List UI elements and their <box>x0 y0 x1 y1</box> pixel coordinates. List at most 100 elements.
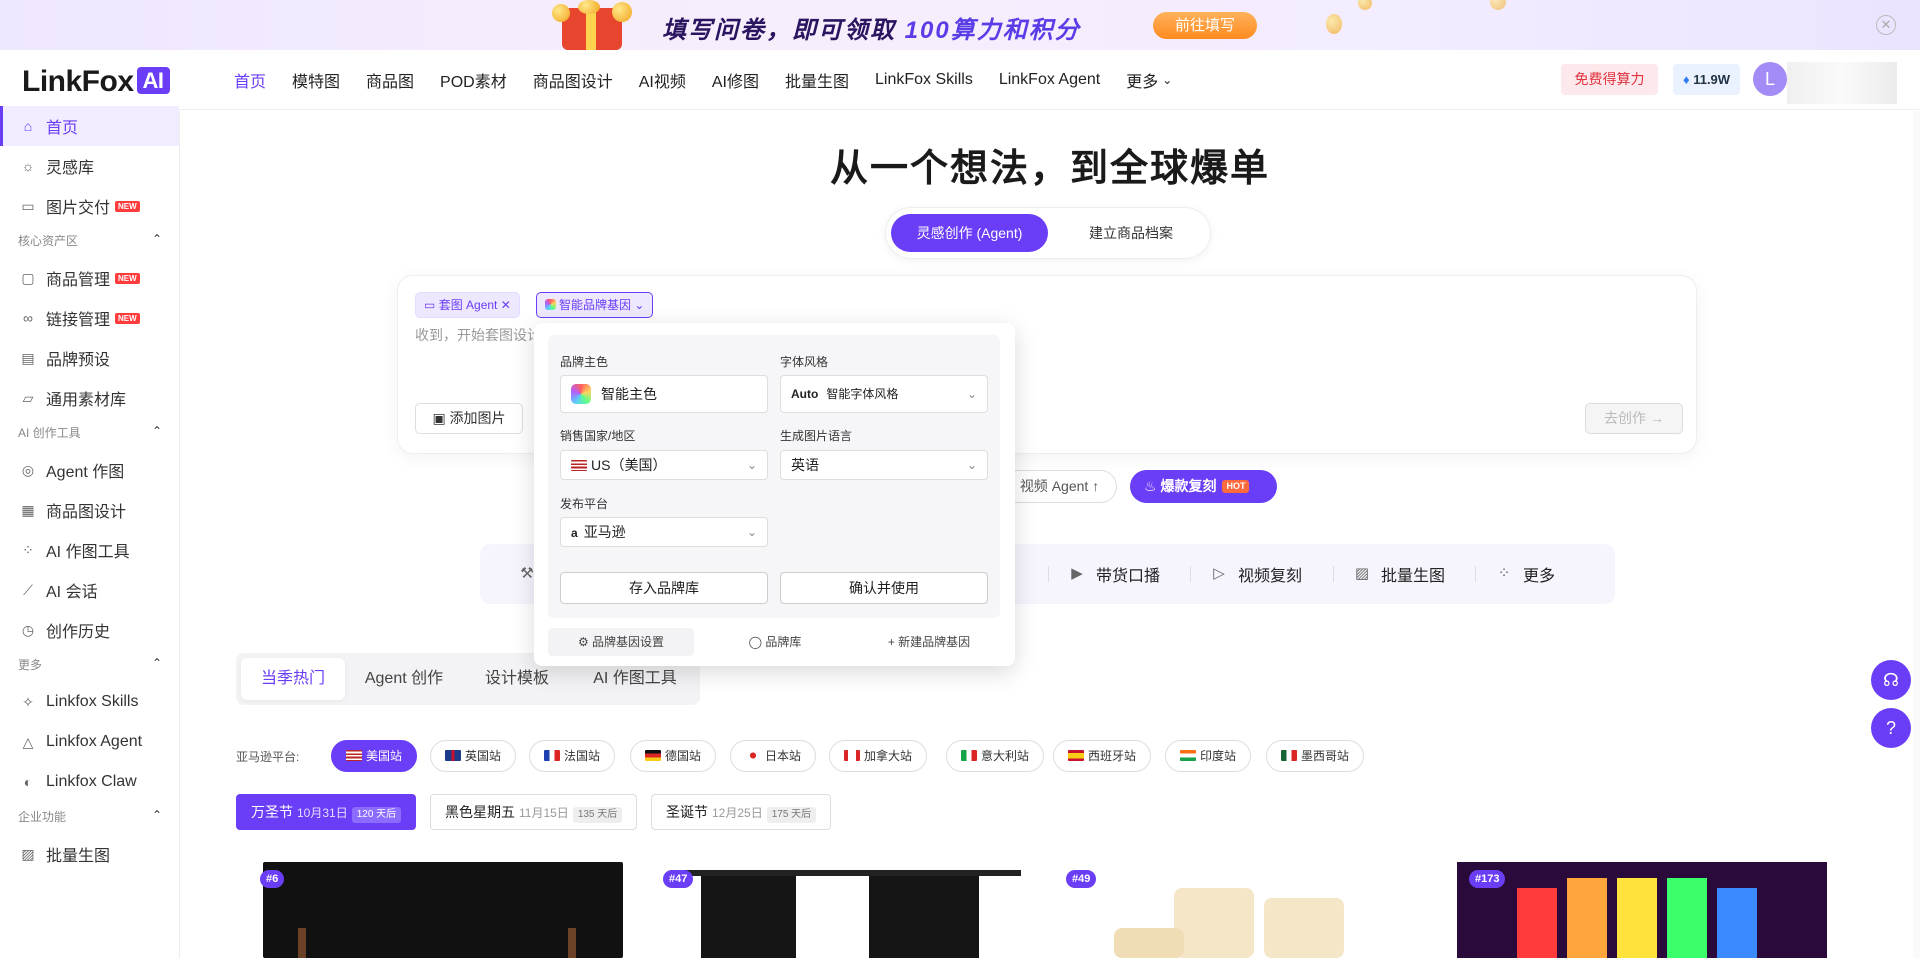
promo-banner[interactable]: 填写问卷，即可领取 100算力和积分 前往填写 ✕ <box>0 0 1920 50</box>
agent-chip[interactable]: ▭ 套图 Agent ✕ <box>415 292 520 318</box>
sidebar-item[interactable]: ◷ 创作历史 <box>0 610 179 650</box>
sidebar-item[interactable]: ▦ 商品图设计 <box>0 490 179 530</box>
nav-item[interactable]: 批量生图 <box>785 68 849 92</box>
sidebar-item[interactable]: ⌂ 首页 <box>0 106 179 146</box>
nav-item[interactable]: 首页 <box>234 68 266 92</box>
user-icon: ◯ <box>748 635 763 649</box>
product-card[interactable]: #173 <box>1457 848 1847 958</box>
site-chip[interactable]: 意大利站 <box>946 740 1045 772</box>
product-card[interactable]: #47 <box>651 848 1041 958</box>
avatar[interactable]: L <box>1753 62 1787 96</box>
nav-item[interactable]: POD素材 <box>440 68 507 92</box>
product-card[interactable]: #49 <box>1054 848 1444 958</box>
chevron-down-icon: ⌄ <box>966 458 977 472</box>
prompt-input[interactable]: 收到，开始套图设计 <box>415 325 541 345</box>
free-credit-button[interactable]: 免费得算力 <box>1561 64 1658 95</box>
mode-agent-button[interactable]: 灵感创作 (Agent) <box>891 214 1048 252</box>
create-button[interactable]: 去创作 → <box>1585 403 1683 434</box>
product-card[interactable]: #6 <box>248 848 638 958</box>
site-chip[interactable]: 西班牙站 <box>1053 740 1152 772</box>
close-icon[interactable]: ✕ <box>501 298 511 312</box>
video-agent-button[interactable]: 视频 Agent ↑ <box>1002 470 1117 503</box>
country-select[interactable]: US（美国） ⌄ <box>560 450 768 480</box>
sidebar-item[interactable]: ◐ Linkfox Claw <box>0 762 179 802</box>
sidebar-item[interactable]: ▢ 商品管理 NEW <box>0 258 179 298</box>
chevron-up-icon[interactable]: ⌃ <box>152 808 162 825</box>
sidebar-item[interactable]: ▨ 批量生图 <box>0 834 179 874</box>
site-chip[interactable]: 加拿大站 <box>829 740 928 772</box>
platform-select[interactable]: a 亚马逊 ⌄ <box>560 517 768 547</box>
sidebar-section-header[interactable]: 企业功能 ⌃ <box>18 808 162 825</box>
logo[interactable]: LinkFox AI <box>22 65 170 99</box>
sidebar-item[interactable]: ⟋ AI 会话 <box>0 570 179 610</box>
nav-item[interactable]: LinkFox Skills <box>875 71 973 89</box>
tool-video-host[interactable]: ▶ 带货口播 <box>1068 544 1160 604</box>
site-chip[interactable]: 法国站 <box>529 740 616 772</box>
viral-copy-button[interactable]: ♨ 爆款复刻 HOT <box>1130 470 1277 503</box>
mode-product-profile-button[interactable]: 建立商品档案 <box>1066 214 1196 252</box>
flag-icon <box>961 750 977 761</box>
save-brand-button[interactable]: 存入品牌库 <box>560 572 768 604</box>
coin-icon <box>1326 14 1342 34</box>
brand-gene-chip[interactable]: 智能品牌基因 ⌄ <box>536 292 654 318</box>
brand-color-field[interactable]: 智能主色 <box>560 375 768 413</box>
holiday-chip[interactable]: 万圣节 10月31日 120 天后 <box>236 794 417 830</box>
sidebar-item[interactable]: ▭ 图片交付 NEW <box>0 186 179 226</box>
sidebar-item[interactable]: ◎ Agent 作图 <box>0 450 179 490</box>
language-select[interactable]: 英语 ⌄ <box>780 450 988 480</box>
rank-badge: #47 <box>663 870 694 888</box>
tab-item[interactable]: Agent 创作 <box>349 658 459 700</box>
nav-item[interactable]: 商品图设计 <box>533 68 613 92</box>
flame-icon: ♦ <box>1682 72 1690 87</box>
nav-item[interactable]: AI修图 <box>712 68 759 92</box>
nav-item[interactable]: LinkFox Agent <box>999 71 1100 89</box>
sidebar-item[interactable]: ☼ 灵感库 <box>0 146 179 186</box>
nav-item[interactable]: AI视频 <box>639 68 686 92</box>
chevron-up-icon[interactable]: ⌃ <box>152 232 162 249</box>
close-icon[interactable]: ✕ <box>1876 15 1896 35</box>
chevron-up-icon[interactable]: ⌃ <box>152 656 162 673</box>
site-chip[interactable]: 印度站 <box>1165 740 1252 772</box>
banner-cta-button[interactable]: 前往填写 <box>1153 12 1257 39</box>
tool-divider <box>1475 566 1476 582</box>
brand-gene-settings-tab[interactable]: ⚙ 品牌基因设置 <box>548 628 694 656</box>
nav-item[interactable]: 模特图 <box>292 68 340 92</box>
sidebar-section-header[interactable]: 核心资产区 ⌃ <box>18 232 162 249</box>
sidebar-section-header[interactable]: 更多 ⌃ <box>18 656 162 673</box>
tool-batch-image[interactable]: ▨ 批量生图 <box>1353 544 1445 604</box>
chevron-up-icon[interactable]: ⌃ <box>152 424 162 441</box>
site-chip[interactable]: 美国站 <box>331 740 418 772</box>
add-image-button[interactable]: ▣ 添加图片 <box>415 403 523 434</box>
main-nav: 首页 模特图 商品图 POD素材 商品图设计 AI视频 AI修图 批量生图 LinkFox Sk… <box>234 50 1172 110</box>
sidebar-item[interactable]: ∞ 链接管理 NEW <box>0 298 179 338</box>
sidebar-item[interactable]: ⁘ AI 作图工具 <box>0 530 179 570</box>
scrollbar[interactable] <box>1913 111 1920 958</box>
product-image-shape <box>1717 888 1757 958</box>
confirm-use-button[interactable]: 确认并使用 <box>780 572 988 604</box>
sidebar-item[interactable]: ▱ 通用素材库 <box>0 378 179 418</box>
tab-item[interactable]: 当季热门 <box>241 658 345 700</box>
sidebar-item[interactable]: △ Linkfox Agent <box>0 722 179 762</box>
headset-icon[interactable]: ☊ <box>1871 660 1911 700</box>
new-brand-gene-tab[interactable]: + 新建品牌基因 <box>856 628 1002 656</box>
help-icon[interactable]: ? <box>1871 708 1911 748</box>
sidebar-item[interactable]: ▤ 品牌预设 <box>0 338 179 378</box>
credit-balance[interactable]: ♦ 11.9W <box>1673 64 1740 95</box>
nav-item[interactable]: 更多 <box>1126 68 1158 92</box>
brand-library-tab[interactable]: ◯ 品牌库 <box>702 628 848 656</box>
sidebar-item-label: Linkfox Agent <box>46 733 143 750</box>
holiday-chip[interactable]: 黑色星期五 11月15日 135 天后 <box>430 794 638 830</box>
tool-grid-more[interactable]: ⁘ 更多 <box>1495 544 1555 604</box>
tool-video-copy[interactable]: ▷ 视频复刻 <box>1210 544 1302 604</box>
site-chip[interactable]: 德国站 <box>630 740 717 772</box>
box-icon: ▢ <box>21 270 35 286</box>
font-style-select[interactable]: Auto 智能字体风格 ⌄ <box>780 375 988 413</box>
sidebar-section-header[interactable]: AI 创作工具 ⌃ <box>18 424 162 441</box>
nav-item[interactable]: 商品图 <box>366 68 414 92</box>
site-chip[interactable]: 墨西哥站 <box>1266 740 1365 772</box>
site-chip[interactable]: 日本站 <box>730 740 817 772</box>
holiday-chip[interactable]: 圣诞节 12月25日 175 天后 <box>651 794 832 830</box>
site-label: 英国站 <box>465 749 502 763</box>
sidebar-item[interactable]: ✧ Linkfox Skills <box>0 682 179 722</box>
site-chip[interactable]: 英国站 <box>430 740 517 772</box>
